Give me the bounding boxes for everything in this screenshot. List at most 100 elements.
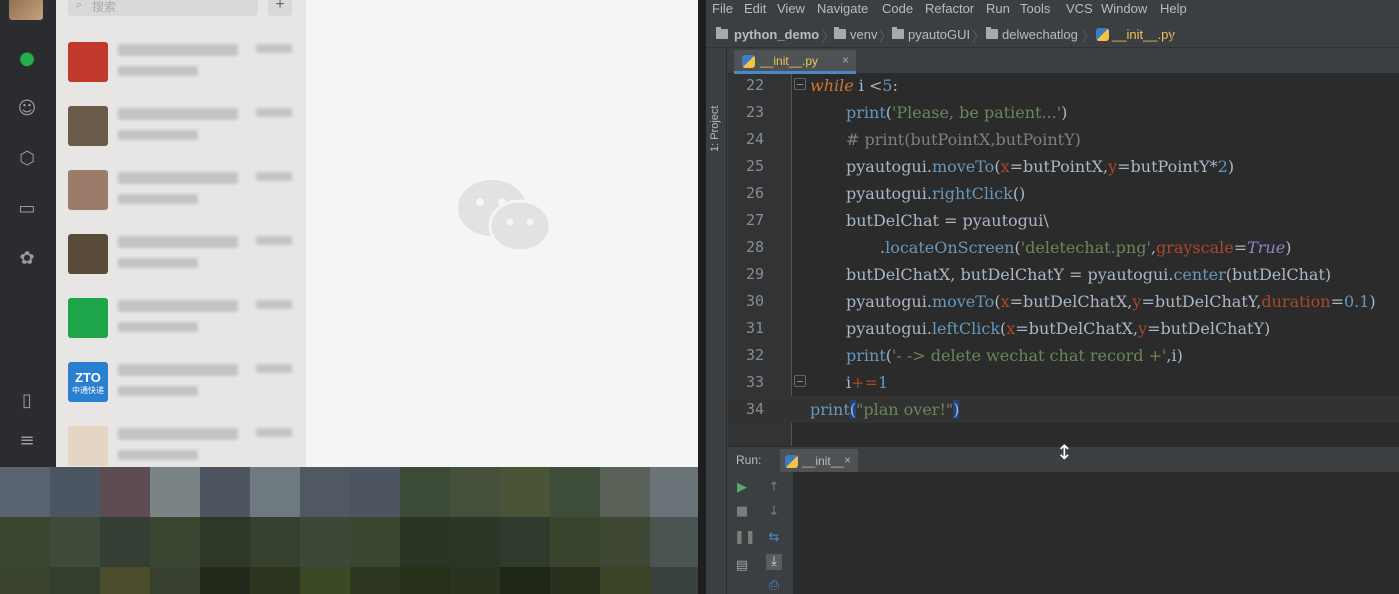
code-text: i+=1 <box>846 373 889 392</box>
chat-avatar <box>68 170 108 210</box>
print-icon[interactable]: ⎙ <box>766 578 782 594</box>
pause-icon[interactable]: ❚❚ <box>734 530 756 546</box>
python-file-icon <box>1096 28 1109 41</box>
chat-list-item[interactable] <box>56 160 306 224</box>
avatar-logo-text: ZTO <box>75 370 101 385</box>
menu-icon[interactable]: ≡ <box>16 430 38 452</box>
code-comment: # print(butPointX,butPointY) <box>846 130 1081 149</box>
scroll-to-end-icon[interactable]: ⤓ <box>766 554 782 570</box>
crumb-separator: 〉 <box>1168 29 1182 44</box>
desktop-pixel-block <box>350 467 400 517</box>
project-tool-button[interactable]: 1: Project <box>709 106 721 152</box>
folder-icon <box>986 27 998 39</box>
pycharm-window: File Edit View Navigate Code Refactor Ru… <box>706 0 1399 594</box>
code-text: print('- -> delete wechat chat record +'… <box>846 346 1183 365</box>
window-divider <box>698 0 706 594</box>
code-text: butDelChat = pyautogui\ <box>846 211 1049 230</box>
line-number: 28 <box>745 238 764 256</box>
line-number: 34 <box>745 400 764 418</box>
moments-icon[interactable]: ✿ <box>16 248 38 270</box>
desktop-pixel-block <box>500 567 550 594</box>
menu-navigate[interactable]: Navigate <box>817 1 868 16</box>
arrow-up-icon[interactable]: ↑ <box>766 480 782 496</box>
tab-label: __init__.py <box>760 54 819 68</box>
layout-icon[interactable]: ▤ <box>734 558 750 574</box>
search-input[interactable]: ⌕ 搜索 <box>68 0 258 16</box>
folder-icon[interactable]: ▭ <box>16 198 38 220</box>
run-icon[interactable]: ▶ <box>734 480 750 496</box>
chat-icon[interactable]: ● <box>16 48 38 70</box>
menu-run[interactable]: Run <box>986 1 1010 16</box>
contacts-icon[interactable]: ☺ <box>16 98 38 120</box>
menu-tools[interactable]: Tools <box>1020 1 1050 16</box>
menu-file[interactable]: File <box>712 1 733 16</box>
desktop-pixel-block <box>50 567 100 594</box>
desktop-pixel-block <box>500 517 550 567</box>
crumb-file[interactable]: __init__.py <box>1112 27 1175 42</box>
menu-window[interactable]: Window <box>1101 1 1147 16</box>
editor-tabs: __init__.py × <box>728 48 1399 74</box>
chat-list: ⌕ 搜索 + ZTO 中通快递 <box>56 0 306 467</box>
chat-list-item[interactable] <box>56 416 306 467</box>
chat-avatar: ZTO 中通快递 <box>68 362 108 402</box>
desktop-background <box>0 467 700 594</box>
chat-preview-redacted <box>118 386 198 396</box>
desktop-pixel-block <box>50 517 100 567</box>
arrow-down-icon[interactable]: ↓ <box>766 504 782 520</box>
desktop-pixel-block <box>100 467 150 517</box>
chat-list-item[interactable] <box>56 224 306 288</box>
line-number: 24 <box>745 130 764 148</box>
chat-name-redacted <box>118 300 238 312</box>
chat-list-item[interactable] <box>56 96 306 160</box>
code-line: 25 pyautogui.moveTo(x=butPointX,y=butPoi… <box>728 153 1399 180</box>
chat-list-item[interactable] <box>56 288 306 352</box>
screen: ● ☺ ⬡ ▭ ✿ ▯ ≡ ⌕ 搜索 + ZTO 中通快递 File Edit … <box>0 0 1399 594</box>
code-text: print('Please, be patient...') <box>846 103 1068 122</box>
wechat-sidebar: ● ☺ ⬡ ▭ ✿ ▯ ≡ <box>0 0 56 467</box>
crumb-venv[interactable]: venv <box>850 27 877 42</box>
menu-code[interactable]: Code <box>882 1 913 16</box>
chat-avatar <box>68 298 108 338</box>
add-button[interactable]: + <box>268 0 292 16</box>
close-icon[interactable]: × <box>844 453 851 467</box>
fold-icon[interactable] <box>794 375 806 387</box>
box-icon[interactable]: ⬡ <box>16 148 38 170</box>
chat-preview-redacted <box>118 194 198 204</box>
run-console[interactable] <box>794 472 1399 594</box>
desktop-pixel-block <box>350 567 400 594</box>
menu-refactor[interactable]: Refactor <box>925 1 974 16</box>
desktop-pixel-block <box>150 467 200 517</box>
chat-avatar <box>68 42 108 82</box>
desktop-pixel-block <box>350 517 400 567</box>
desktop-pixel-block <box>50 467 100 517</box>
menu-help[interactable]: Help <box>1160 1 1187 16</box>
chat-list-item[interactable]: ZTO 中通快递 <box>56 352 306 416</box>
code-line: 31 pyautogui.leftClick(x=butDelChatX,y=b… <box>728 315 1399 342</box>
stop-icon[interactable]: ■ <box>734 504 750 520</box>
wrap-icon[interactable]: ⇆ <box>766 530 782 546</box>
folder-icon <box>834 27 846 39</box>
folder-icon <box>716 27 728 39</box>
phone-icon[interactable]: ▯ <box>16 390 38 412</box>
wechat-logo-icon <box>458 180 552 253</box>
code-text: while i <5: <box>810 76 898 95</box>
tab-init-py[interactable]: __init__.py × <box>734 50 856 74</box>
chat-list-item[interactable] <box>56 32 306 96</box>
crumb-project[interactable]: python_demo <box>734 27 819 42</box>
menu-vcs[interactable]: VCS <box>1066 1 1093 16</box>
close-icon[interactable]: × <box>842 53 849 67</box>
code-editor[interactable]: 22 while i <5: 23 print('Please, be pati… <box>728 74 1399 446</box>
menu-view[interactable]: View <box>777 1 805 16</box>
desktop-pixel-block <box>150 567 200 594</box>
code-line: 24 # print(butPointX,butPointY) <box>728 126 1399 153</box>
desktop-pixel-block <box>400 467 450 517</box>
run-tab[interactable]: __init__ × <box>780 449 858 473</box>
fold-icon[interactable] <box>794 78 806 90</box>
crumb-delwechatlog[interactable]: delwechatlog <box>1002 27 1078 42</box>
user-avatar[interactable] <box>9 0 43 20</box>
crumb-pyautogui[interactable]: pyautoGUI <box>908 27 970 42</box>
code-text: print("plan over!") <box>810 400 960 419</box>
code-line: 26 pyautogui.rightClick() <box>728 180 1399 207</box>
desktop-pixel-block <box>200 467 250 517</box>
menu-edit[interactable]: Edit <box>744 1 766 16</box>
